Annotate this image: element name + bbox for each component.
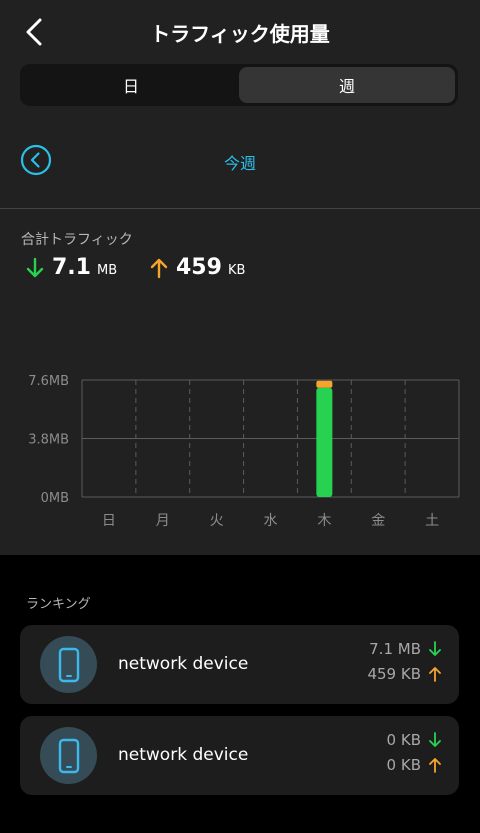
header: トラフィック使用量 <box>0 0 480 62</box>
device-upload: 0 KB <box>387 756 441 774</box>
segment-week[interactable]: 週 <box>239 67 455 103</box>
device-upload-value: 0 KB <box>386 756 421 774</box>
device-avatar <box>40 636 97 693</box>
x-tick-label: 金 <box>371 513 385 529</box>
device-card[interactable]: network device 0 KB 0 KB <box>20 716 459 795</box>
device-download-value: 0 KB <box>386 731 421 749</box>
device-name: network device <box>118 745 249 765</box>
period-segmented-control: 日 週 <box>20 64 458 106</box>
weekly-traffic-chart: 0MB 3.8MB 7.6MB 日 月 火 水 木 金 土 <box>28 374 460 529</box>
y-tick-label: 0MB <box>41 491 69 506</box>
arrow-up-icon <box>429 667 441 682</box>
arrow-up-icon <box>429 758 441 773</box>
upload-unit: KB <box>227 263 246 278</box>
x-tick-label: 日 <box>102 513 116 529</box>
device-card[interactable]: network device 7.1 MB 459 KB <box>20 625 459 704</box>
y-tick-label: 3.8MB <box>28 433 69 448</box>
device-download: 7.1 MB <box>369 640 441 658</box>
x-tick-label: 火 <box>210 513 224 529</box>
total-upload: 459 KB <box>150 255 245 280</box>
x-tick-label: 土 <box>425 513 439 529</box>
smartphone-icon <box>58 738 79 773</box>
device-avatar <box>40 727 97 784</box>
x-tick-label: 月 <box>156 513 170 529</box>
segment-day[interactable]: 日 <box>23 67 239 103</box>
x-tick-label: 木 <box>317 513 331 529</box>
device-upload-value: 459 KB <box>367 665 421 683</box>
device-name: network device <box>118 654 249 674</box>
device-download-value: 7.1 MB <box>369 640 421 658</box>
total-traffic-label: 合計トラフィック <box>21 232 133 248</box>
upload-bar <box>316 380 333 388</box>
upload-value: 459 <box>176 255 222 280</box>
y-tick-label: 7.6MB <box>28 374 69 389</box>
total-download: 7.1 MB <box>26 255 117 280</box>
arrow-down-icon <box>429 641 441 656</box>
x-tick-label: 水 <box>264 513 278 529</box>
summary-panel: トラフィック使用量 日 週 今週 合計トラフィック 7.1 MB 459 KB … <box>0 0 480 555</box>
page-title: トラフィック使用量 <box>150 22 330 46</box>
ranking-label: ランキング <box>26 597 91 612</box>
device-download: 0 KB <box>387 731 441 749</box>
download-bar <box>316 387 333 497</box>
arrow-down-icon <box>26 257 44 277</box>
divider <box>0 208 480 209</box>
smartphone-icon <box>58 647 79 682</box>
period-label: 今週 <box>223 154 256 173</box>
arrow-up-icon <box>150 258 168 278</box>
download-value: 7.1 <box>52 255 91 280</box>
download-unit: MB <box>96 263 118 278</box>
device-upload: 459 KB <box>367 665 441 683</box>
arrow-down-icon <box>429 732 441 747</box>
